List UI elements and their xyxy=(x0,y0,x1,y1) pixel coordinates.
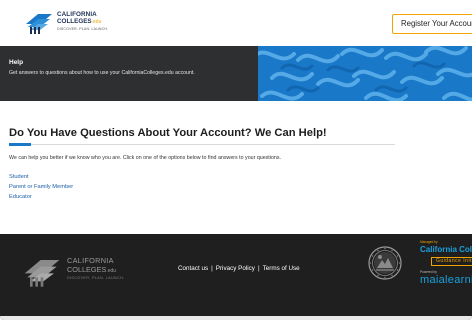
footer-logo-mark-icon xyxy=(24,260,60,287)
register-account-button[interactable]: Register Your Account xyxy=(392,14,472,34)
site-footer: CALIFORNIA COLLEGES.edu DISCOVER. PLAN. … xyxy=(0,234,472,320)
footer-logo-line2: COLLEGES.edu xyxy=(67,266,125,274)
option-educator-link[interactable]: Educator xyxy=(9,192,73,202)
contact-us-link[interactable]: Contact us xyxy=(178,265,208,272)
maialearning-logo[interactable]: maialearning xyxy=(420,274,472,286)
logo-colleges: COLLEGES xyxy=(57,18,92,26)
role-options-list: Student Parent or Family Member Educator xyxy=(9,172,73,202)
managed-by-block: Managed by California Colleges Guidance … xyxy=(420,240,472,310)
banner-title: Help xyxy=(9,59,24,66)
managed-by-label: Managed by xyxy=(420,240,438,244)
banner-pattern-image xyxy=(258,46,472,101)
footer-logo-line1: CALIFORNIA xyxy=(67,256,114,265)
logo-mark-icon xyxy=(26,14,52,34)
logo-edu: .edu xyxy=(91,19,102,26)
footer-links: Contact us | Privacy Policy | Terms of Use xyxy=(178,265,300,272)
california-colleges-logo[interactable]: CALIFORNIA COLLEGES.edu DISCOVER. PLAN. … xyxy=(24,10,134,38)
intro-text: We can help you better if we know who yo… xyxy=(9,155,281,161)
footer-separator: | xyxy=(257,265,260,272)
title-divider xyxy=(9,144,395,145)
state-seal-icon xyxy=(368,246,402,280)
footer-logo-colleges: COLLEGES xyxy=(67,265,107,275)
option-student-link[interactable]: Student xyxy=(9,172,73,182)
page-title: Do You Have Questions About Your Account… xyxy=(9,127,327,139)
footer-logo[interactable]: CALIFORNIA COLLEGES.edu DISCOVER. PLAN. … xyxy=(22,254,142,294)
terms-of-use-link[interactable]: Terms of Use xyxy=(263,265,300,272)
logo-tagline: DISCOVER. PLAN. LAUNCH. xyxy=(57,26,109,31)
footer-logo-edu: .edu xyxy=(106,268,117,275)
footer-logo-tagline: DISCOVER. PLAN. LAUNCH. xyxy=(67,276,125,281)
logo-line2: COLLEGES.edu xyxy=(57,19,108,25)
option-parent-link[interactable]: Parent or Family Member xyxy=(9,182,73,192)
window-bottom-edge xyxy=(0,316,472,320)
banner-description: Get answers to questions about how to us… xyxy=(9,70,195,76)
privacy-policy-link[interactable]: Privacy Policy xyxy=(216,265,255,272)
help-banner: Help Get answers to questions about how … xyxy=(0,46,472,101)
guidance-initiative-label: Guidance Initiative xyxy=(431,257,472,266)
site-header: CALIFORNIA COLLEGES.edu DISCOVER. PLAN. … xyxy=(0,0,472,46)
footer-separator: | xyxy=(211,265,213,272)
ccgi-name[interactable]: California Colleges xyxy=(420,245,472,254)
title-accent-bar xyxy=(9,143,31,146)
page: CALIFORNIA COLLEGES.edu DISCOVER. PLAN. … xyxy=(0,0,472,320)
